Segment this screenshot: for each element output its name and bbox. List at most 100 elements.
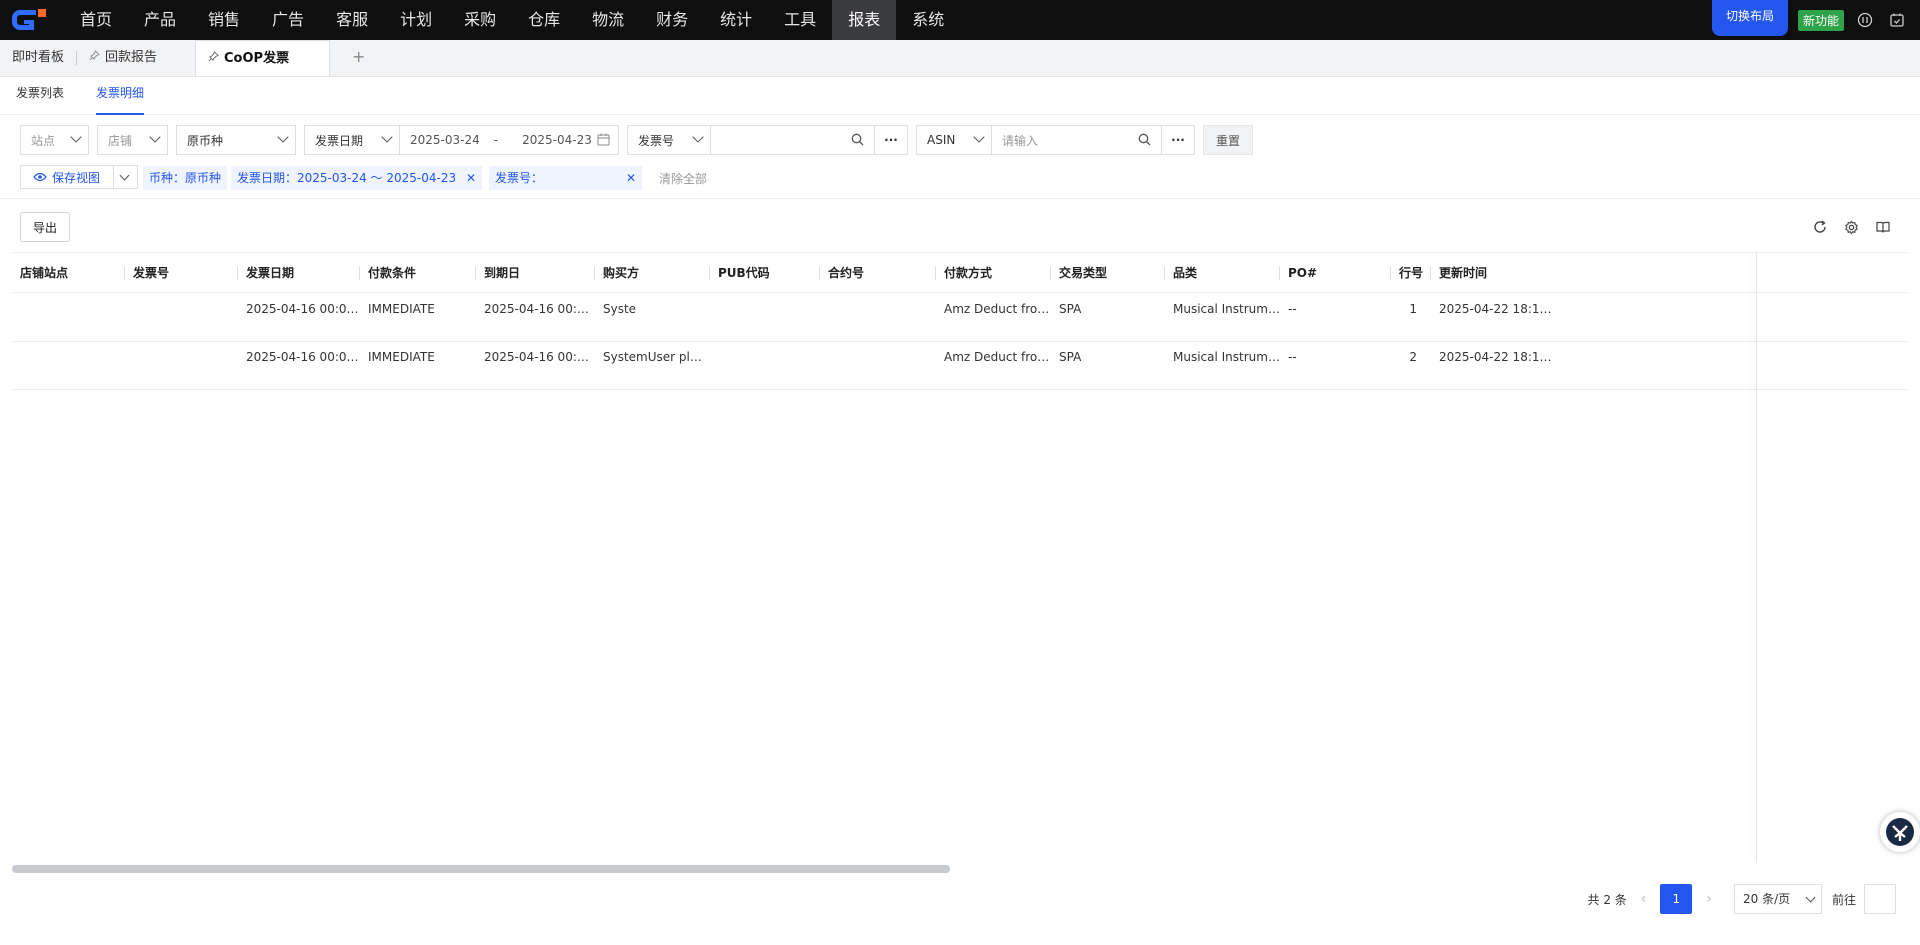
column-header-label: PUB代码	[718, 266, 770, 280]
close-icon[interactable]: ✕	[466, 171, 476, 185]
nav-item-6[interactable]: 采购	[448, 0, 512, 40]
date-range-picker[interactable]: 2025-03-24 - 2025-04-23	[399, 125, 619, 155]
column-header[interactable]: 发票日期	[238, 253, 360, 293]
tab-coop-invoice[interactable]: CoOP发票	[195, 40, 331, 77]
tab-label: 即时看板	[12, 50, 65, 65]
invoice-field-value: 发票号	[638, 133, 675, 148]
assistant-avatar[interactable]	[1880, 812, 1920, 852]
reset-button[interactable]: 重置	[1203, 125, 1253, 155]
table-cell: 2025-04-22 18:18:39	[1439, 350, 1558, 364]
column-header[interactable]: 店铺站点	[12, 253, 125, 293]
nav-item-8[interactable]: 物流	[576, 0, 640, 40]
page-size-select[interactable]: 20 条/页	[1733, 884, 1822, 914]
calendar-check-icon[interactable]	[1888, 11, 1906, 29]
column-header[interactable]: 合约号	[820, 253, 936, 293]
column-header[interactable]: 到期日	[476, 253, 595, 293]
horizontal-scrollbar[interactable]	[12, 863, 1908, 873]
table-row[interactable]: 2025-04-16 00:00:00 IMMEDIATE 2025-04-16 0…	[12, 294, 1908, 342]
asin-search-input[interactable]: 请输入	[991, 125, 1162, 155]
nav-item-7[interactable]: 仓库	[512, 0, 576, 40]
app-logo[interactable]	[0, 0, 64, 40]
nav-item-2[interactable]: 销售	[192, 0, 256, 40]
column-header[interactable]: 更新时间	[1431, 253, 1558, 293]
filter-chip-date[interactable]: 发票日期：2025-03-24 ～ 2025-04-23 ✕	[231, 166, 482, 190]
save-view-button[interactable]: 保存视图	[20, 165, 138, 189]
next-page-icon[interactable]: ›	[1706, 891, 1712, 907]
column-header[interactable]: 品类	[1165, 253, 1280, 293]
date-end[interactable]: 2025-04-23	[522, 133, 592, 147]
nav-item-5[interactable]: 计划	[384, 0, 448, 40]
chevron-down-icon	[277, 131, 289, 143]
close-icon[interactable]: ✕	[626, 166, 636, 190]
nav-item-10[interactable]: 统计	[704, 0, 768, 40]
table-row[interactable]: 2025-04-16 00:00:00 IMMEDIATE 2025-04-16 0…	[12, 342, 1908, 390]
nav-item-3[interactable]: 广告	[256, 0, 320, 40]
tab-payment-report[interactable]: 回款报告	[77, 40, 187, 76]
more-options-button[interactable]: ···	[1161, 125, 1195, 155]
column-header-label: 更新时间	[1439, 266, 1488, 280]
column-header[interactable]: 购买方	[595, 253, 710, 293]
column-header-label: 店铺站点	[20, 266, 69, 280]
refresh-icon[interactable]	[1812, 219, 1828, 235]
date-start[interactable]: 2025-03-24	[410, 133, 480, 147]
invoice-search-input[interactable]	[710, 125, 875, 155]
nav-item-11[interactable]: 工具	[768, 0, 832, 40]
subtab-invoice-detail[interactable]: 发票明细	[96, 77, 145, 115]
search-icon[interactable]	[1138, 133, 1151, 149]
site-placeholder: 站点	[31, 133, 56, 148]
help-icon[interactable]	[1856, 11, 1874, 29]
date-type-select[interactable]: 发票日期	[304, 125, 400, 155]
scrollbar-thumb[interactable]	[12, 865, 950, 873]
asin-field-select[interactable]: ASIN	[916, 125, 992, 155]
nav-item-12[interactable]: 报表	[832, 0, 897, 40]
tab-dashboard[interactable]: 即时看板	[0, 40, 76, 76]
invoice-field-select[interactable]: 发票号	[627, 125, 711, 155]
nav-item-0[interactable]: 首页	[64, 0, 128, 40]
nav-item-9[interactable]: 财务	[640, 0, 704, 40]
table-cell: Musical Instruments	[1173, 350, 1280, 364]
table-cell	[12, 342, 125, 390]
goto-page-input[interactable]	[1864, 884, 1896, 914]
chevron-down-icon	[973, 131, 985, 143]
nav-item-1[interactable]: 产品	[128, 0, 192, 40]
nav-item-13[interactable]: 系统	[896, 0, 960, 40]
currency-select[interactable]: 原币种	[176, 125, 296, 155]
nav-item-4[interactable]: 客服	[320, 0, 384, 40]
book-icon[interactable]	[1875, 219, 1891, 235]
gear-icon[interactable]	[1843, 219, 1859, 235]
tab-label: CoOP发票	[224, 50, 290, 66]
shop-placeholder: 店铺	[108, 133, 133, 148]
table-cell	[125, 294, 238, 342]
fixed-column-shadow	[1756, 253, 1757, 863]
add-tab-button[interactable]: +	[330, 40, 387, 76]
date-type-value: 发票日期	[315, 133, 364, 148]
calendar-icon	[597, 133, 610, 149]
column-header[interactable]: PUB代码	[710, 253, 820, 293]
site-select[interactable]: 站点	[20, 125, 89, 155]
filter-chip-currency[interactable]: 币种：原币种	[143, 166, 228, 190]
column-header[interactable]: PO#	[1280, 253, 1391, 293]
more-options-button[interactable]: ···	[874, 125, 908, 155]
subtab-invoice-list[interactable]: 发票列表	[16, 77, 64, 115]
shop-select[interactable]: 店铺	[97, 125, 168, 155]
column-header-label: 付款条件	[368, 266, 417, 280]
page-tabbar: 即时看板 回款报告 CoOP发票 +	[0, 40, 1920, 77]
switch-layout-button[interactable]: 切换布局	[1711, 0, 1788, 36]
export-button[interactable]: 导出	[20, 212, 70, 242]
column-header[interactable]: 付款条件	[360, 253, 476, 293]
new-feature-badge[interactable]: 新功能	[1797, 9, 1844, 31]
page-button-current[interactable]: 1	[1660, 884, 1693, 914]
chevron-down-icon[interactable]	[119, 170, 130, 181]
search-icon[interactable]	[851, 133, 864, 149]
prev-page-icon[interactable]: ‹	[1641, 891, 1647, 907]
column-header[interactable]: 交易类型	[1051, 253, 1165, 293]
column-header[interactable]: 发票号	[125, 253, 238, 293]
table-cell: Musical Instruments	[1173, 302, 1280, 316]
invoice-detail-table: 店铺站点 发票号 发票日期 付款条件 到期日 购买方 PUB代码 合约号 付款方式 交易类型 品类 P…	[12, 252, 1908, 863]
column-header[interactable]: 行号	[1391, 253, 1431, 293]
clear-all-link[interactable]: 清除全部	[659, 170, 707, 187]
filter-chip-invoice[interactable]: 发票号： ✕	[489, 166, 642, 190]
pin-icon[interactable]	[208, 41, 219, 77]
column-header[interactable]: 付款方式	[936, 253, 1051, 293]
pin-icon[interactable]	[89, 40, 100, 76]
